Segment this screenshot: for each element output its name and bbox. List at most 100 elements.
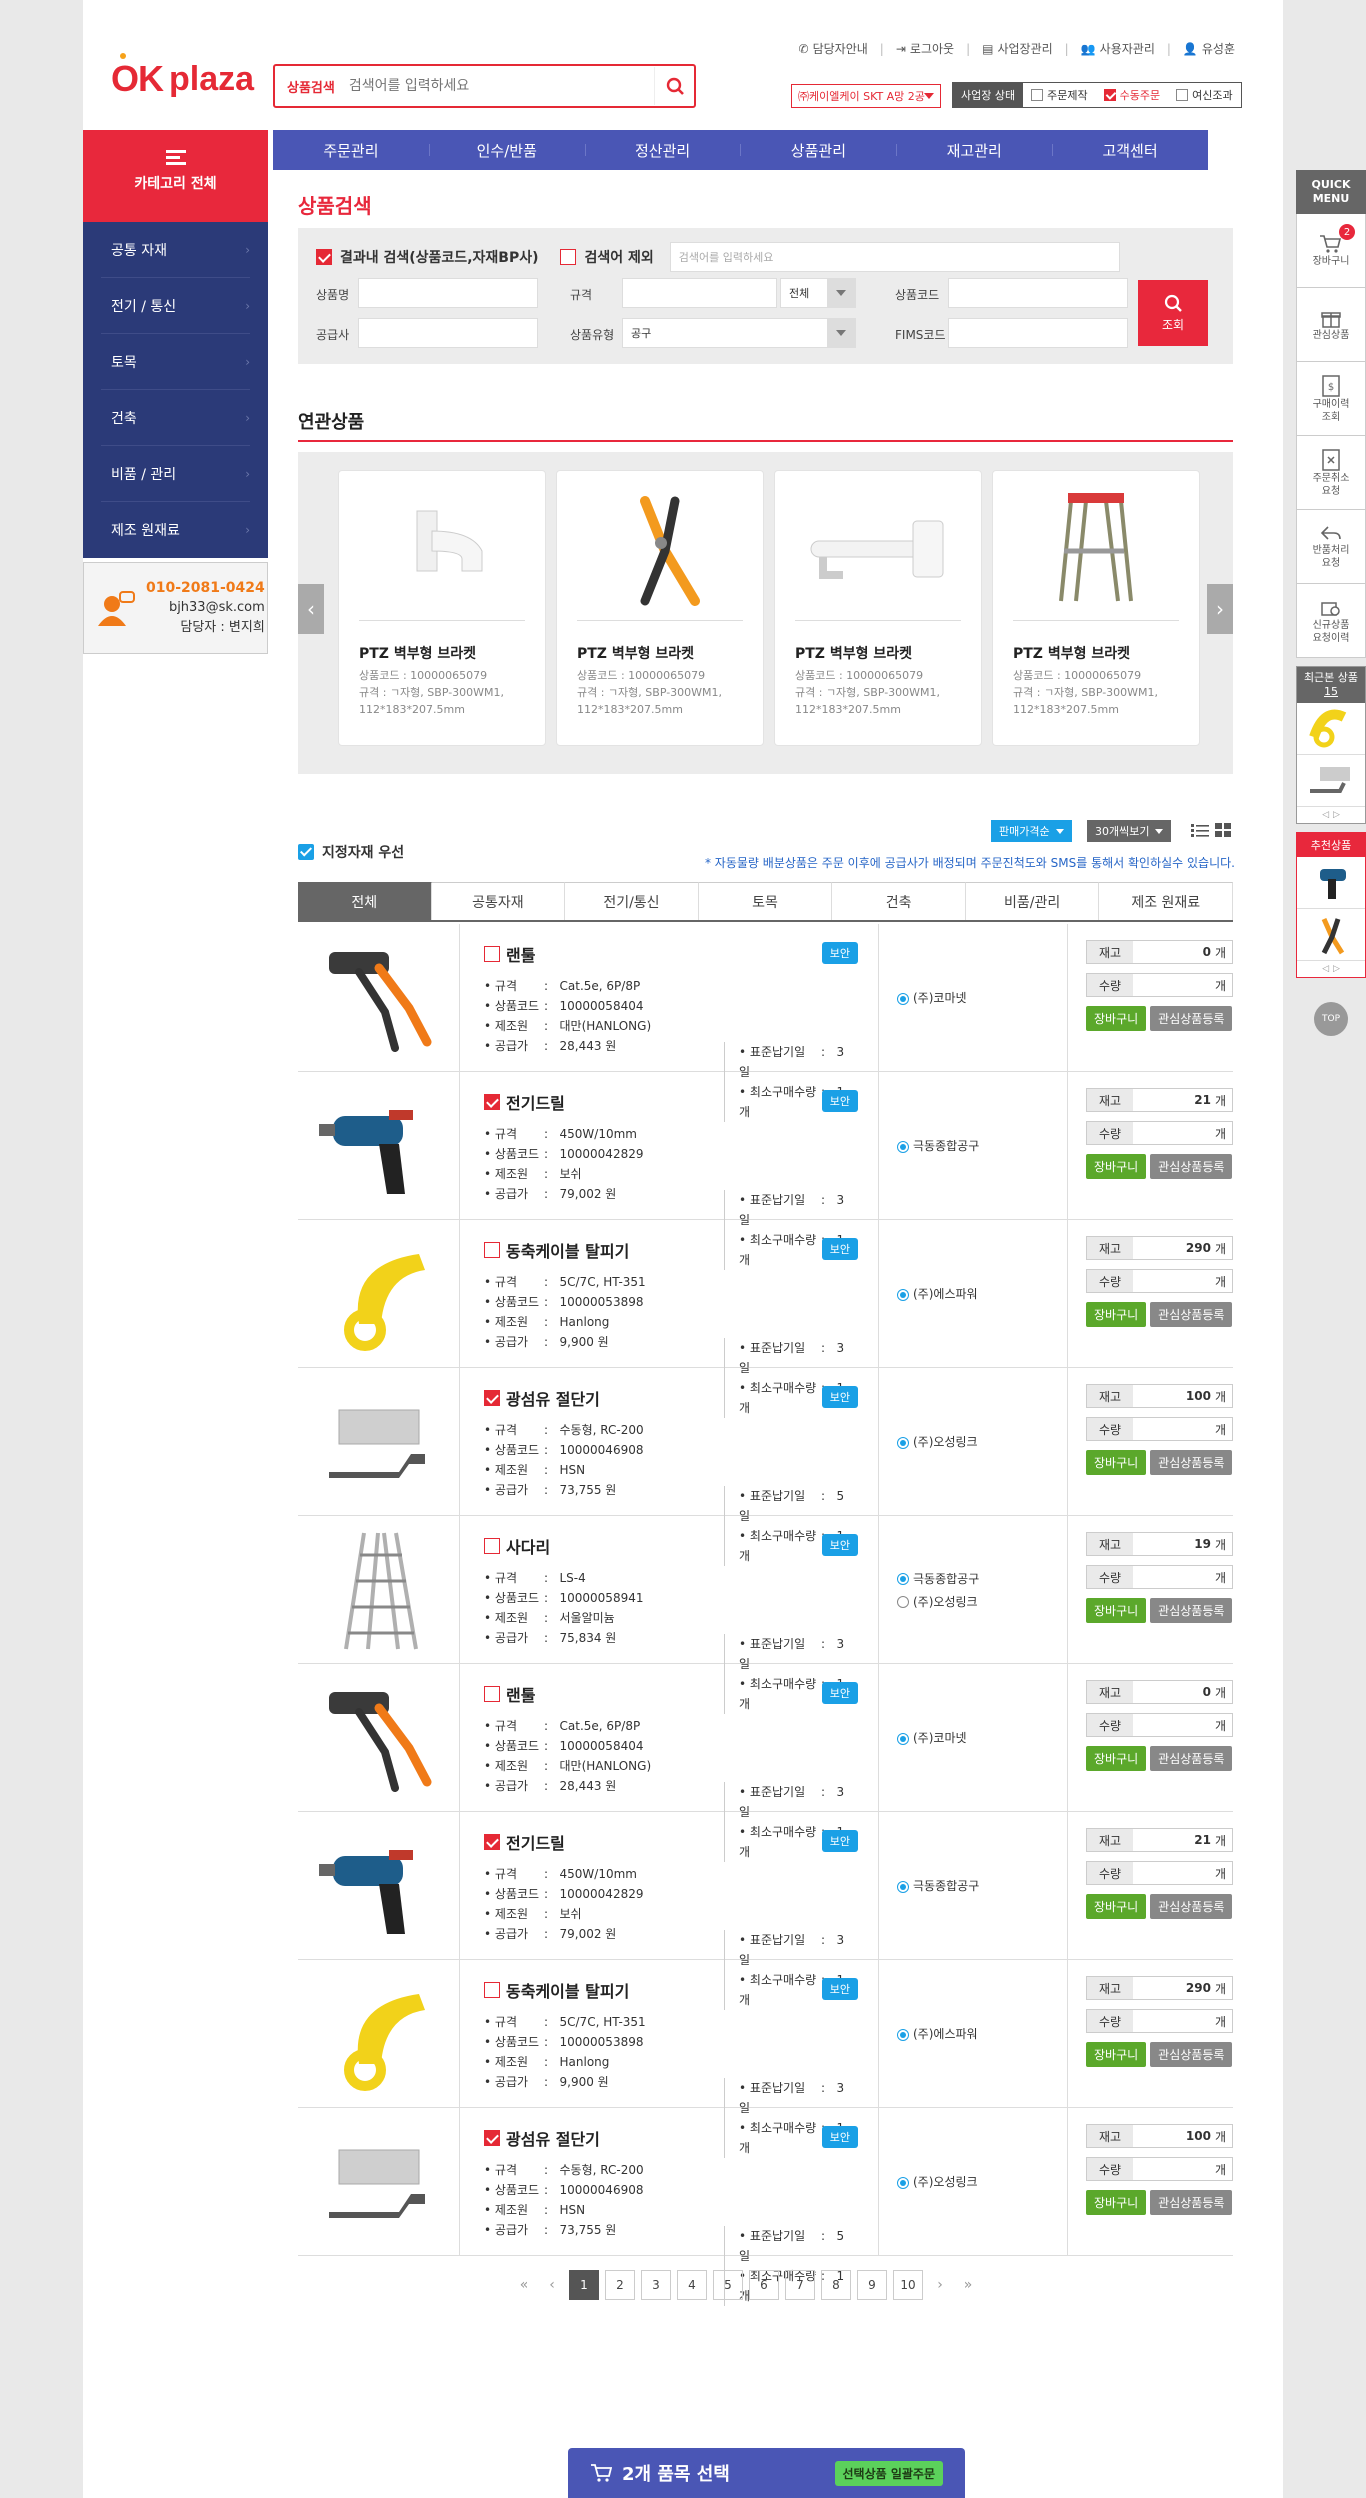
quick-return[interactable]: 반품처리 요청	[1296, 510, 1366, 584]
field-code-input[interactable]	[948, 278, 1128, 308]
tab-electric[interactable]: 전기/통신	[565, 882, 699, 920]
quick-cancel[interactable]: 주문취소 요청	[1296, 436, 1366, 510]
util-logout[interactable]: ⇥ 로그아웃	[896, 40, 954, 57]
in-result-checkbox[interactable]	[316, 249, 332, 265]
product-checkbox[interactable]	[484, 1538, 500, 1554]
util-contact[interactable]: ✆ 담당자안내	[799, 40, 868, 57]
radio[interactable]	[897, 1596, 909, 1608]
product-name[interactable]: 사다리	[506, 1534, 550, 1558]
supplier-option[interactable]: 극동종합공구	[897, 1877, 1067, 1894]
recent-next-button[interactable]: ▷	[1333, 810, 1340, 820]
product-image[interactable]	[298, 1664, 460, 1811]
add-to-wishlist-button[interactable]: 관심상품등록	[1150, 1746, 1233, 1771]
related-card[interactable]: PTZ 벽부형 브라켓 상품코드 : 10000065079 규격 : ㄱ자형, …	[338, 470, 546, 746]
radio[interactable]	[897, 992, 909, 1005]
sort-select[interactable]: 판매가격순	[991, 820, 1072, 842]
reco-prev-button[interactable]: ◁	[1322, 964, 1329, 974]
add-to-wishlist-button[interactable]: 관심상품등록	[1150, 2042, 1233, 2067]
list-view-icon[interactable]	[1191, 822, 1209, 841]
supplier-option[interactable]: 극동종합공구	[897, 1570, 1067, 1587]
tab-all[interactable]: 전체	[298, 882, 432, 920]
product-name[interactable]: 동축케이블 탈피기	[506, 1978, 629, 2002]
page-button[interactable]: 9	[857, 2270, 887, 2300]
field-name-input[interactable]	[358, 278, 538, 308]
add-to-cart-button[interactable]: 장바구니	[1086, 1598, 1147, 1623]
nav-inventory[interactable]: 재고관리	[896, 130, 1052, 170]
product-name[interactable]: 전기드릴	[506, 1090, 565, 1114]
product-checkbox[interactable]	[484, 1982, 500, 1998]
per-page-select[interactable]: 30개씩보기	[1087, 820, 1172, 842]
radio[interactable]	[897, 2176, 909, 2189]
product-image[interactable]	[298, 1960, 460, 2107]
sidebar-item-electric[interactable]: 전기 / 통신 ›	[101, 278, 250, 334]
related-card[interactable]: PTZ 벽부형 브라켓 상품코드 : 10000065079 규격 : ㄱ자형, …	[992, 470, 1200, 746]
quantity-input[interactable]: 수량 개	[1086, 1861, 1233, 1885]
product-name[interactable]: 광섬유 절단기	[506, 1386, 600, 1410]
supplier-option[interactable]: (주)오성링크	[897, 1433, 1067, 1450]
supplier-option[interactable]: (주)오성링크	[897, 1593, 1067, 1610]
add-to-cart-button[interactable]: 장바구니	[1086, 1746, 1147, 1771]
nav-products[interactable]: 상품관리	[740, 130, 896, 170]
search-input[interactable]	[348, 67, 654, 105]
page-button[interactable]: 1	[569, 2270, 599, 2300]
radio[interactable]	[897, 1288, 909, 1301]
add-to-cart-button[interactable]: 장바구니	[1086, 2042, 1147, 2067]
field-type-select[interactable]: 공구	[622, 318, 856, 348]
exclude-checkbox[interactable]	[560, 249, 577, 265]
add-to-cart-button[interactable]: 장바구니	[1086, 1154, 1147, 1179]
checkbox-checked[interactable]	[1103, 89, 1116, 101]
add-to-cart-button[interactable]: 장바구니	[1086, 1302, 1147, 1327]
biz-opt-manual[interactable]: 수동주문	[1096, 83, 1168, 107]
util-profile[interactable]: 👤 유성훈	[1183, 40, 1235, 57]
supplier-option[interactable]: 극동종합공구	[897, 1137, 1067, 1154]
page-button[interactable]: 2	[605, 2270, 635, 2300]
product-checkbox[interactable]	[484, 1686, 500, 1702]
add-to-wishlist-button[interactable]: 관심상품등록	[1150, 1302, 1233, 1327]
page-button[interactable]: 8	[821, 2270, 851, 2300]
related-card[interactable]: PTZ 벽부형 브라켓 상품코드 : 10000065079 규격 : ㄱ자형, …	[774, 470, 982, 746]
product-image[interactable]	[298, 1368, 460, 1515]
product-name[interactable]: 전기드릴	[506, 1830, 565, 1854]
radio[interactable]	[897, 2028, 909, 2041]
logo[interactable]: OK plaza	[111, 53, 254, 100]
supplier-option[interactable]: (주)오성링크	[897, 2173, 1067, 2190]
supplier-option[interactable]: (주)코마넷	[897, 1729, 1067, 1746]
quantity-input[interactable]: 수량 개	[1086, 1713, 1233, 1737]
product-image[interactable]	[298, 1072, 460, 1219]
add-to-wishlist-button[interactable]: 관심상품등록	[1150, 1154, 1233, 1179]
product-checkbox[interactable]	[484, 1242, 500, 1258]
product-name[interactable]: 랜툴	[506, 1682, 535, 1706]
tab-raw[interactable]: 제조 원재료	[1099, 882, 1234, 920]
nav-receipt[interactable]: 인수/반품	[428, 130, 585, 170]
quick-new-request[interactable]: 신규상품 요청이력	[1296, 584, 1366, 658]
quick-history[interactable]: $ 구매이력 조회	[1296, 362, 1366, 436]
sidebar-item-supplies[interactable]: 비품 / 관리 ›	[101, 446, 250, 502]
first-page-button[interactable]: «	[513, 2277, 535, 2293]
related-card[interactable]: PTZ 벽부형 브라켓 상품코드 : 10000065079 규격 : ㄱ자형, …	[556, 470, 764, 746]
page-button[interactable]: 6	[749, 2270, 779, 2300]
product-checkbox[interactable]	[484, 1390, 500, 1406]
add-to-cart-button[interactable]: 장바구니	[1086, 1006, 1147, 1031]
biz-opt-credit[interactable]: 여신조과	[1168, 83, 1240, 107]
sidebar-item-building[interactable]: 건축 ›	[101, 390, 250, 446]
nav-settlement[interactable]: 정산관리	[584, 130, 741, 170]
priority-checkbox[interactable]	[298, 844, 314, 860]
checkbox[interactable]	[1176, 89, 1189, 101]
product-checkbox[interactable]	[484, 1094, 500, 1110]
reco-thumb[interactable]	[1297, 857, 1365, 909]
radio[interactable]	[897, 1573, 909, 1585]
field-fims-input[interactable]	[948, 318, 1128, 348]
last-page-button[interactable]: »	[957, 2277, 979, 2293]
quantity-input[interactable]: 수량 개	[1086, 1121, 1233, 1145]
quantity-input[interactable]: 수량 개	[1086, 2157, 1233, 2181]
page-button[interactable]: 3	[641, 2270, 671, 2300]
quick-cart[interactable]: 2 장바구니	[1296, 214, 1366, 288]
prev-page-button[interactable]: ‹	[541, 2277, 563, 2293]
nav-orders[interactable]: 주문관리	[273, 130, 429, 170]
search-button[interactable]	[654, 67, 694, 105]
add-to-wishlist-button[interactable]: 관심상품등록	[1150, 1006, 1233, 1031]
quantity-input[interactable]: 수량 개	[1086, 1269, 1233, 1293]
recent-prev-button[interactable]: ◁	[1322, 810, 1329, 820]
util-biz[interactable]: ▤ 사업장관리	[982, 40, 1053, 57]
page-button[interactable]: 10	[893, 2270, 923, 2300]
